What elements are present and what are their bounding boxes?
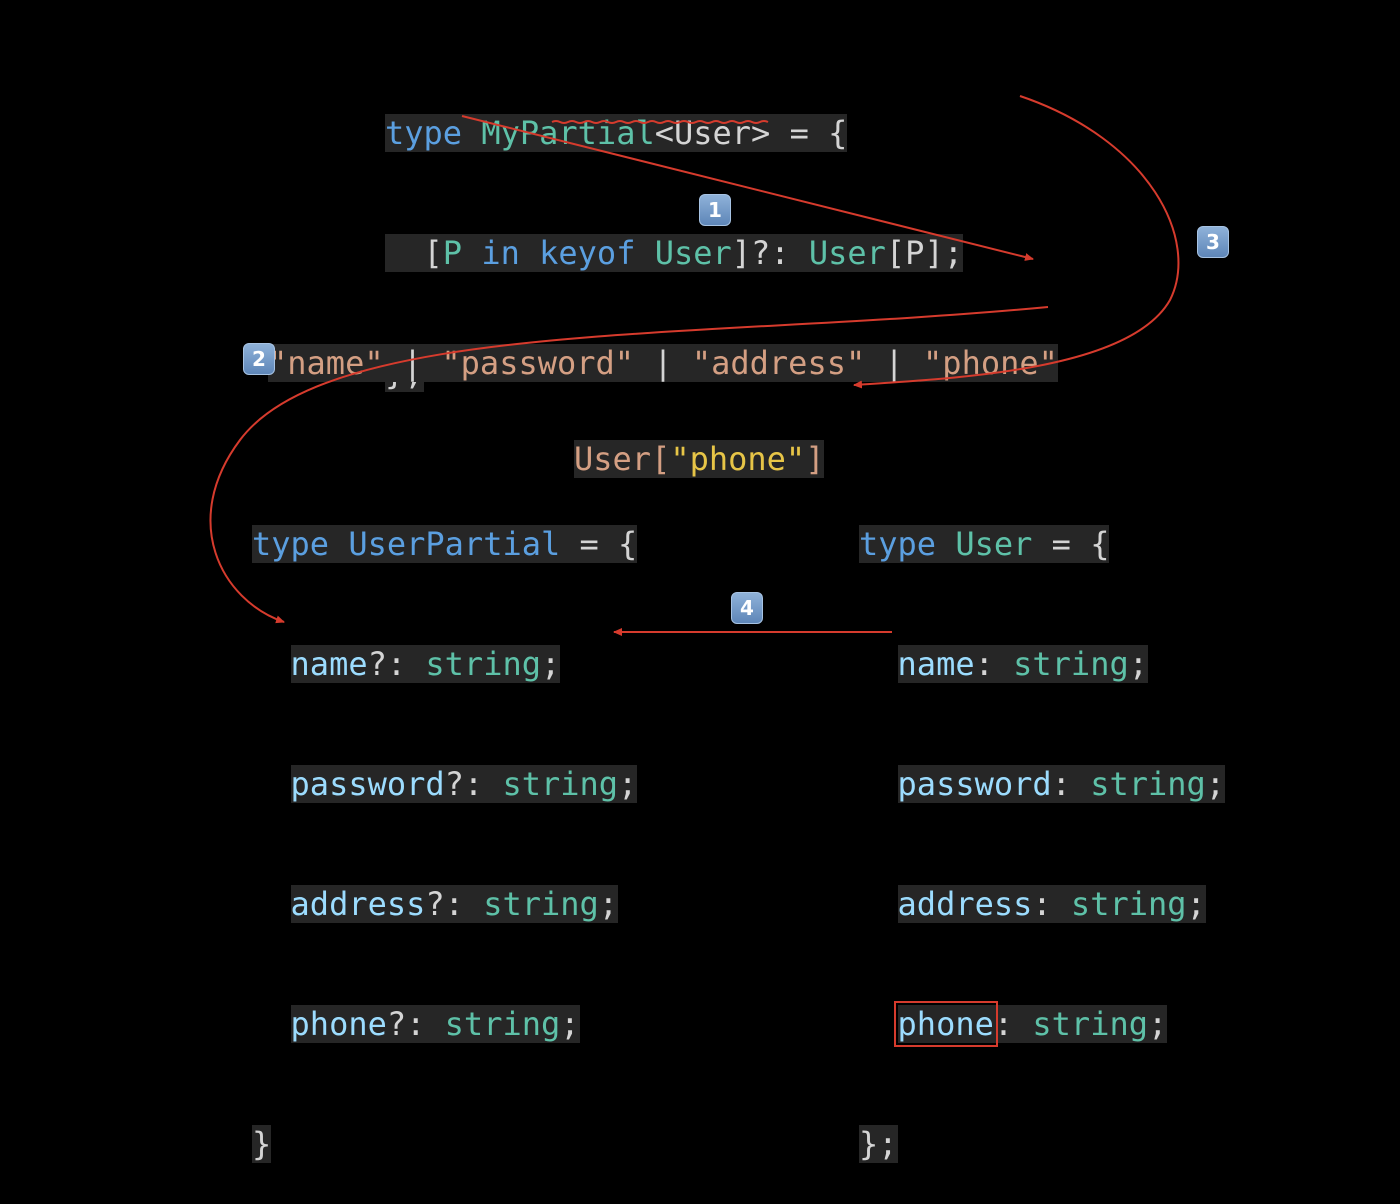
block-close: }; — [859, 1125, 898, 1163]
arrow-3 — [853, 95, 1180, 389]
field-type: string — [1032, 1005, 1148, 1043]
field-type: string — [483, 885, 599, 923]
arrows-layer — [209, 95, 1180, 636]
step-badge-4: 4 — [731, 592, 763, 624]
arrow-1 — [461, 115, 1034, 261]
field-phone: phone — [893, 1001, 998, 1047]
block-close: } — [252, 1125, 272, 1163]
step-badge-2: 2 — [243, 343, 275, 375]
field-end: ; — [1186, 885, 1206, 923]
field-end: ; — [560, 1005, 580, 1043]
field-address: address — [897, 885, 1033, 923]
field-sep: : — [1032, 885, 1071, 923]
field-type: string — [1070, 885, 1187, 923]
arrow-2 — [209, 306, 1049, 624]
field-sep: : — [993, 1005, 1033, 1043]
field-phone: phone — [290, 1005, 387, 1043]
step-badge-3: 3 — [1197, 226, 1229, 258]
field-sep: ?: — [425, 885, 484, 923]
field-address: address — [290, 885, 426, 923]
squiggle-underline — [551, 120, 769, 124]
field-end: ; — [1147, 1005, 1168, 1043]
field-end: ; — [598, 885, 619, 923]
field-type: string — [444, 1005, 561, 1043]
step-badge-1: 1 — [699, 194, 731, 226]
field-sep: ?: — [386, 1005, 445, 1043]
